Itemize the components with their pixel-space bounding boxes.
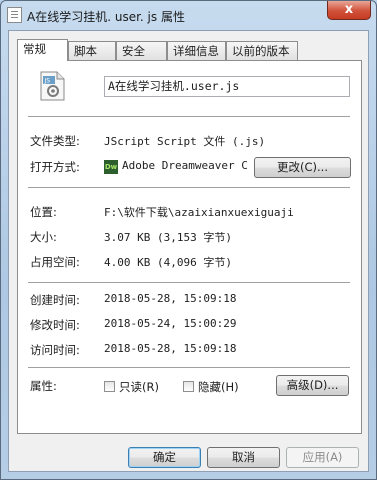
size-label: 大小:	[30, 230, 57, 244]
accessed-value: 2018-05-28, 15:09:18	[104, 342, 237, 355]
readonly-label[interactable]: 只读(R)	[119, 379, 159, 395]
tab-script[interactable]: 脚本	[68, 41, 116, 60]
size-on-disk-label: 占用空间:	[30, 255, 80, 269]
dreamweaver-icon: Dw	[104, 160, 118, 174]
apply-button[interactable]: 应用(A)	[286, 447, 359, 468]
js-file-icon: JS	[40, 71, 65, 101]
attributes-label: 属性:	[30, 379, 57, 393]
location-value: F:\软件下载\azaixianxuexiguaji	[104, 206, 294, 219]
advanced-button[interactable]: 高级(D)...	[276, 375, 349, 396]
tab-general[interactable]: 常规	[17, 39, 68, 61]
modified-value: 2018-05-24, 15:00:29	[104, 317, 237, 330]
change-button[interactable]: 更改(C)...	[254, 157, 351, 178]
opens-with-label: 打开方式:	[30, 160, 80, 174]
svg-text:JS: JS	[44, 78, 51, 85]
opens-with-app: Adobe Dreamweaver C	[122, 159, 247, 172]
hidden-label[interactable]: 隐藏(H)	[198, 379, 239, 395]
accessed-label: 访问时间:	[30, 343, 80, 357]
file-type-label: 文件类型:	[30, 134, 80, 148]
general-panel: JS A在线学习挂机.user.js 文件类型: JScript Script …	[17, 60, 362, 434]
size-on-disk-value: 4.00 KB (4,096 字节)	[104, 256, 232, 269]
file-type-value: JScript Script 文件 (.js)	[104, 135, 266, 148]
modified-label: 修改时间:	[30, 318, 80, 332]
close-button[interactable]: x	[327, 1, 371, 20]
created-label: 创建时间:	[30, 293, 80, 307]
tab-strip: 常规 脚本 安全 详细信息 以前的版本	[17, 39, 362, 61]
size-value: 3.07 KB (3,153 字节)	[104, 231, 232, 244]
ok-button[interactable]: 确定	[128, 447, 201, 468]
created-value: 2018-05-28, 15:09:18	[104, 292, 237, 305]
divider	[28, 282, 350, 283]
tab-security[interactable]: 安全	[116, 41, 167, 60]
window-title: A在线学习挂机. user. js 属性	[27, 10, 185, 24]
cancel-button[interactable]: 取消	[207, 447, 280, 468]
location-label: 位置:	[30, 205, 57, 219]
dialog-body: 常规 脚本 安全 详细信息 以前的版本 JS A在线学习挂机.user.js 文…	[8, 30, 369, 472]
file-icon	[7, 7, 22, 23]
tab-details[interactable]: 详细信息	[167, 41, 226, 60]
title-bar[interactable]: A在线学习挂机. user. js 属性 x	[1, 1, 376, 29]
properties-window: A在线学习挂机. user. js 属性 x 常规 脚本 安全 详细信息 以前的…	[0, 0, 377, 480]
divider	[28, 367, 350, 368]
tab-previous-versions[interactable]: 以前的版本	[226, 41, 298, 60]
readonly-checkbox[interactable]	[104, 381, 115, 392]
file-name-field[interactable]: A在线学习挂机.user.js	[104, 76, 350, 97]
divider	[28, 187, 350, 188]
divider	[28, 116, 350, 117]
hidden-checkbox[interactable]	[183, 381, 194, 392]
